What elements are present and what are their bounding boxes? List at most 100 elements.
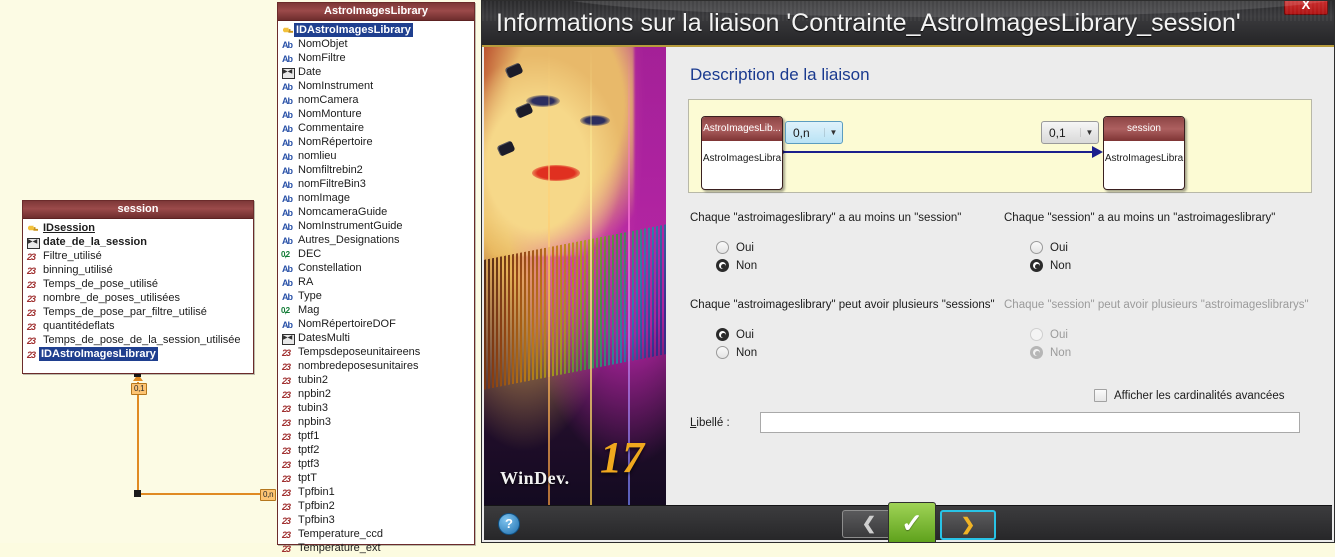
table-field-label: Nomfiltrebin2 <box>298 164 363 176</box>
table-field-row[interactable]: Tpfbin3 <box>278 513 474 528</box>
table-field-row[interactable]: Type <box>278 289 474 304</box>
table-field-label: Autres_Designations <box>298 234 400 246</box>
question-3-option-oui[interactable]: Oui <box>716 328 754 341</box>
real-field-icon <box>282 402 294 416</box>
table-field-label: IDAstroImagesLibrary <box>39 347 158 361</box>
table-field-row[interactable]: nomlieu <box>278 149 474 164</box>
table-field-row[interactable]: Filtre_utilisé <box>23 249 253 264</box>
question-1-option-non[interactable]: Non <box>716 259 757 272</box>
table-field-row[interactable]: NomRépertoire <box>278 135 474 150</box>
table-field-row[interactable]: nomImage <box>278 191 474 206</box>
table-field-row[interactable]: nomCamera <box>278 93 474 108</box>
table-field-row[interactable]: NomInstrumentGuide <box>278 219 474 234</box>
diagram-node-right[interactable]: session AstroImagesLibra <box>1103 116 1185 190</box>
table-field-row[interactable]: Temperature_ccd <box>278 527 474 542</box>
left-cardinality-select[interactable]: 0,n ▼ <box>785 121 843 144</box>
table-field-label: tptf2 <box>298 444 320 456</box>
table-field-row[interactable]: NomInstrument <box>278 79 474 94</box>
table-field-row[interactable]: Tpfbin2 <box>278 499 474 514</box>
txt-field-icon <box>282 122 294 136</box>
advanced-cardinalities-checkbox[interactable]: Afficher les cardinalités avancées <box>1094 389 1284 402</box>
diagram-node-left-field: AstroImagesLibra <box>702 153 782 164</box>
table-field-row[interactable]: tptf1 <box>278 429 474 444</box>
table-field-row[interactable]: DatesMulti <box>278 331 474 345</box>
table-field-row[interactable]: quantitédeflats <box>23 319 253 334</box>
table-field-row[interactable]: Tempsdeposeunitaireens <box>278 345 474 360</box>
table-field-row[interactable]: npbin2 <box>278 387 474 402</box>
table-session[interactable]: session IDsession date_de_la_session Filtr… <box>22 200 254 374</box>
table-field-row[interactable]: NomObjet <box>278 37 474 52</box>
table-field-row[interactable]: tptf2 <box>278 443 474 458</box>
table-field-label: tptf3 <box>298 458 320 470</box>
table-field-row[interactable]: tubin2 <box>278 373 474 388</box>
table-field-row[interactable]: Tpfbin1 <box>278 485 474 500</box>
question-3-option-non[interactable]: Non <box>716 346 757 359</box>
promo-lips <box>532 165 580 181</box>
table-field-row[interactable]: Constellation <box>278 261 474 276</box>
table-field-row[interactable]: Date <box>278 65 474 79</box>
table-field-label: NomInstrumentGuide <box>298 220 403 232</box>
table-field-row[interactable]: NomRépertoireDOF <box>278 317 474 332</box>
chevron-down-icon: ▼ <box>824 128 842 137</box>
table-astroimageslibrary[interactable]: AstroImagesLibrary IDAstroImagesLibraryN… <box>277 2 475 555</box>
close-icon[interactable]: X <box>1284 1 1328 15</box>
link-endpoint-bottom[interactable] <box>134 490 141 497</box>
table-field-row[interactable]: NomFiltre <box>278 51 474 66</box>
table-field-row[interactable]: tptT <box>278 471 474 486</box>
table-field-label: Commentaire <box>298 122 365 134</box>
next-button[interactable]: ❯ <box>940 510 996 540</box>
table-field-row[interactable]: Mag <box>278 303 474 318</box>
link-cardinality-bottom[interactable]: 0,n <box>260 489 277 501</box>
txt-field-icon <box>282 220 294 234</box>
relation-arrow-icon <box>1092 146 1103 158</box>
table-field-row[interactable]: Temps_de_pose_de_la_session_utilisée <box>23 333 253 348</box>
table-field-row[interactable]: IDAstroImagesLibrary <box>278 23 474 37</box>
table-field-row[interactable]: NomMonture <box>278 107 474 122</box>
table-field-label: tptf1 <box>298 430 320 442</box>
table-field-row[interactable]: tubin3 <box>278 401 474 416</box>
txt-field-icon <box>282 108 294 122</box>
table-field-row[interactable]: nombredeposesunitaires <box>278 359 474 374</box>
table-field-label: NomRépertoireDOF <box>298 318 396 330</box>
table-field-row[interactable]: binning_utilisé <box>23 263 253 278</box>
txt-field-icon <box>282 276 294 290</box>
table-field-row[interactable]: RA <box>278 275 474 290</box>
validate-button[interactable]: ✓ <box>888 502 936 542</box>
table-field-label: Constellation <box>298 262 362 274</box>
table-field-row[interactable]: NomcameraGuide <box>278 205 474 220</box>
right-cardinality-value: 0,1 <box>1049 125 1066 140</box>
question-1-option-oui[interactable]: Oui <box>716 241 754 254</box>
diagram-node-left[interactable]: AstroImagesLib... AstroImagesLibra <box>701 116 783 190</box>
promo-streak-2 <box>590 47 592 513</box>
table-field-row[interactable]: Temps_de_pose_utilisé <box>23 277 253 292</box>
table-field-row[interactable]: Commentaire <box>278 121 474 136</box>
dialog-title: Informations sur la liaison 'Contrainte_… <box>496 9 1241 37</box>
table-field-label: IDsession <box>43 222 95 234</box>
table-field-row[interactable]: Temperature_ext <box>278 541 474 556</box>
real-field-icon <box>282 360 294 374</box>
libelle-label-rest: ibellé : <box>696 417 730 429</box>
txt-field-icon <box>282 262 294 276</box>
table-field-row[interactable]: nomFiltreBin3 <box>278 177 474 192</box>
table-field-row[interactable]: nombre_de_poses_utilisées <box>23 291 253 306</box>
question-2-option-oui[interactable]: Oui <box>1030 241 1068 254</box>
question-2-option-non[interactable]: Non <box>1030 259 1071 272</box>
help-icon[interactable]: ? <box>498 513 520 535</box>
table-field-row[interactable]: tptf3 <box>278 457 474 472</box>
radio-label: Non <box>1050 259 1072 272</box>
table-field-row[interactable]: npbin3 <box>278 415 474 430</box>
table-field-row[interactable]: IDAstroImagesLibrary <box>23 347 253 361</box>
table-field-row[interactable]: Autres_Designations <box>278 233 474 248</box>
real-field-icon <box>27 334 39 348</box>
right-cardinality-select[interactable]: 0,1 ▼ <box>1041 121 1099 144</box>
table-field-row[interactable]: date_de_la_session <box>23 235 253 249</box>
diagram-node-left-header: AstroImagesLib... <box>702 117 782 141</box>
table-field-row[interactable]: Nomfiltrebin2 <box>278 163 474 178</box>
table-field-row[interactable]: Temps_de_pose_par_filtre_utilisé <box>23 305 253 320</box>
table-field-row[interactable]: DEC <box>278 247 474 262</box>
real-field-icon <box>27 320 39 334</box>
libelle-input[interactable] <box>760 412 1300 433</box>
table-field-label: nombredeposesunitaires <box>298 360 419 372</box>
table-field-row[interactable]: IDsession <box>23 221 253 235</box>
link-cardinality-top[interactable]: 0,1 <box>131 383 148 395</box>
